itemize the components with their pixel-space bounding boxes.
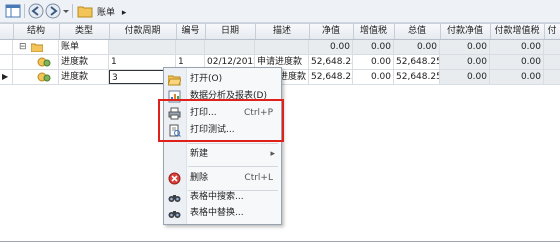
row-indicator[interactable] <box>0 40 13 54</box>
row-indicator-header <box>0 24 14 39</box>
menu-item-new[interactable]: 新建 ▸ <box>164 146 281 163</box>
pay-vat-cell[interactable]: 0.00 <box>490 55 544 69</box>
col-header-total[interactable]: 总值 <box>394 24 441 39</box>
delete-icon <box>168 172 181 185</box>
menu-item-replace-label: 表格中替换... <box>190 208 244 218</box>
col-header-pay-vat[interactable]: 付款增值税 <box>490 24 545 39</box>
col-header-description[interactable]: 描述 <box>255 24 310 39</box>
col-header-pay-net[interactable]: 付款净值 <box>440 24 491 39</box>
grid-layout-icon[interactable] <box>5 3 21 19</box>
binoculars-search-icon <box>168 191 181 204</box>
pay-more-cell[interactable] <box>544 55 560 69</box>
col-header-number[interactable]: 编号 <box>176 24 206 39</box>
type-cell[interactable]: 账单 <box>59 40 109 54</box>
binoculars-replace-icon <box>168 207 181 220</box>
col-header-pay-more[interactable]: 付 <box>544 24 560 39</box>
vat-cell[interactable]: 0.00 <box>353 40 394 54</box>
total-cell[interactable]: 52,648.25 <box>394 70 440 84</box>
menu-item-open-label: 打开(O) <box>190 74 223 84</box>
description-cell[interactable] <box>255 40 309 54</box>
history-dropdown-icon[interactable] <box>62 3 70 19</box>
toolbar: 账单 ▸ <box>0 0 560 23</box>
net-cell[interactable]: 52,648.25 <box>309 55 353 69</box>
total-cell[interactable]: 52,648.25 <box>394 55 440 69</box>
date-cell[interactable] <box>205 40 255 54</box>
structure-cell <box>13 70 59 84</box>
col-header-structure[interactable]: 结构 <box>13 24 60 39</box>
back-icon[interactable] <box>28 3 44 19</box>
pay-more-cell[interactable] <box>544 40 560 54</box>
menu-item-search-label: 表格中搜索... <box>190 192 244 202</box>
pay-net-cell[interactable]: 0.00 <box>440 55 490 69</box>
period-cell[interactable] <box>109 40 176 54</box>
net-cell[interactable]: 52,648.25 <box>309 70 353 84</box>
breadcrumb[interactable]: 账单 ▸ <box>97 5 126 18</box>
menu-item-delete-label: 删除 <box>190 173 209 183</box>
progress-payment-icon <box>37 57 51 66</box>
open-folder-icon <box>167 73 182 86</box>
menu-item-delete[interactable]: 删除 Ctrl+L <box>164 170 281 187</box>
menu-item-new-label: 新建 <box>190 149 209 159</box>
col-header-vat[interactable]: 增值税 <box>353 24 395 39</box>
progress-payment-icon <box>37 72 51 81</box>
collapse-toggle[interactable]: ⊟ <box>19 42 27 52</box>
forward-icon[interactable] <box>45 3 61 19</box>
number-cell[interactable] <box>176 40 205 54</box>
bill-folder-icon <box>30 43 44 52</box>
total-cell[interactable]: 0.00 <box>394 40 440 54</box>
row-indicator[interactable]: ▶ <box>0 70 13 84</box>
bottom-border <box>0 241 560 242</box>
structure-cell <box>13 55 59 69</box>
highlight-box <box>158 99 284 142</box>
menu-item-search[interactable]: 表格中搜索... <box>164 189 281 206</box>
table-row[interactable]: ⊟ 账单 0.00 0.00 0.00 0.00 0.00 <box>0 40 560 55</box>
context-menu: 打开(O) 数据分析及报表(D) 打印... Ctrl+P 打印测试... 新建… <box>163 67 282 225</box>
vat-cell[interactable]: 0.00 <box>353 70 394 84</box>
col-header-net[interactable]: 净值 <box>309 24 354 39</box>
type-cell[interactable]: 进度款 <box>59 55 109 69</box>
col-header-type[interactable]: 类型 <box>59 24 110 39</box>
menu-item-delete-shortcut: Ctrl+L <box>244 173 273 183</box>
row-indicator[interactable] <box>0 55 13 69</box>
menu-item-open[interactable]: 打开(O) <box>164 71 281 88</box>
net-cell[interactable]: 0.00 <box>309 40 353 54</box>
grid-header: 结构 类型 付款周期 编号 日期 描述 净值 增值税 总值 付款净值 付款增值税… <box>0 24 560 40</box>
pay-net-cell[interactable]: 0.00 <box>440 40 490 54</box>
vat-cell[interactable]: 0.00 <box>353 55 394 69</box>
type-cell[interactable]: 进度款 <box>59 70 109 84</box>
breadcrumb-arrow: ▸ <box>121 8 127 18</box>
col-header-period[interactable]: 付款周期 <box>109 24 177 39</box>
structure-cell: ⊟ <box>13 40 59 54</box>
menu-item-replace[interactable]: 表格中替换... <box>164 205 281 222</box>
submenu-arrow-icon: ▸ <box>270 149 275 159</box>
pay-more-cell[interactable] <box>544 70 560 84</box>
breadcrumb-label[interactable]: 账单 <box>97 8 115 18</box>
pay-net-cell[interactable]: 0.00 <box>440 70 490 84</box>
pay-vat-cell[interactable]: 0.00 <box>490 40 544 54</box>
col-header-date[interactable]: 日期 <box>205 24 256 39</box>
folder-icon <box>77 3 93 19</box>
pay-vat-cell[interactable]: 0.00 <box>490 70 544 84</box>
